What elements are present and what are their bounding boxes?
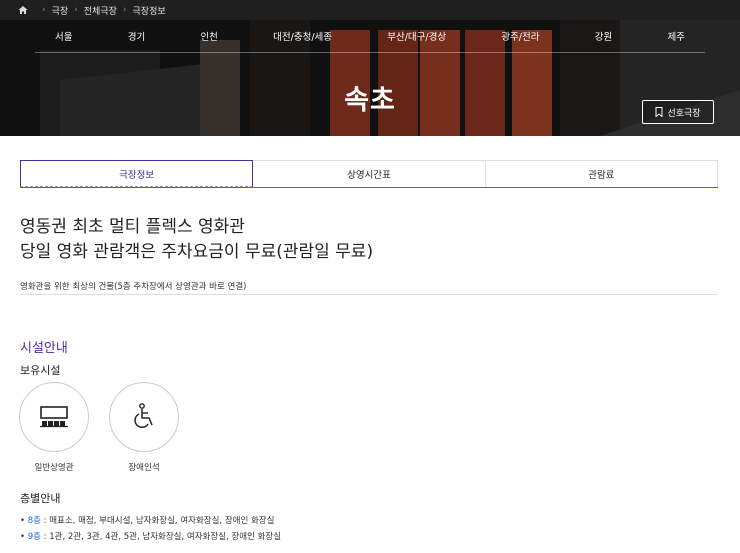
floor-text: : 매표소, 매점, 부대시설, 남자화장실, 여자화장실, 장애인 화장실 [40, 516, 275, 526]
nav-item-busan[interactable]: 부산/대구/경상 [387, 29, 446, 43]
chevron-right-icon: › [74, 5, 78, 15]
favorite-label: 선호극장 [667, 108, 701, 119]
floor-number: 9층 [27, 532, 41, 542]
nav-item-gangwon[interactable]: 강원 [595, 29, 612, 43]
tab-showtimes[interactable]: 상영시간표 [253, 160, 486, 187]
breadcrumb-item[interactable]: 극장 [52, 4, 69, 17]
facility-wheelchair: 장애인석 [108, 382, 180, 473]
nav-item-daejeon[interactable]: 대전/충청/세종 [273, 29, 332, 43]
floor-item: • 8층 : 매표소, 매점, 부대시설, 남자화장실, 여자화장실, 장애인 … [20, 516, 275, 526]
floor-number: 8층 [27, 516, 41, 526]
nav-item-gyeonggi[interactable]: 경기 [128, 29, 145, 43]
bookmark-icon [655, 107, 663, 117]
theater-tabs: 극장정보 상영시간표 관람료 [20, 160, 718, 188]
chevron-right-icon: › [122, 5, 127, 15]
screen-icon [40, 406, 68, 428]
intro-description: 영화관을 위한 최상의 건물(5층 주차장에서 상영관과 바로 연결) [20, 282, 247, 292]
facility-label: 장애인석 [128, 463, 160, 473]
chevron-right-icon: › [42, 5, 46, 15]
breadcrumb: › 극장 › 전체극장 › 극장정보 [0, 0, 740, 20]
home-icon[interactable] [18, 5, 28, 15]
favorite-theater-button[interactable]: 선호극장 [642, 100, 714, 124]
floor-text: : 1관, 2관, 3관, 4관, 5관, 남자화장실, 여자화장실, 장애인 … [40, 532, 282, 542]
breadcrumb-item[interactable]: 극장정보 [133, 4, 166, 17]
headline-line-1: 영동권 최초 멀티 플렉스 영화관 [20, 217, 245, 237]
facilities-title: 시설안내 [20, 341, 68, 356]
nav-item-seoul[interactable]: 서울 [55, 29, 72, 43]
theater-name: 속초 [344, 85, 396, 116]
divider [20, 294, 718, 295]
theater-hero: 서울 경기 인천 대전/충청/세종 부산/대구/경상 광주/전라 강원 제주 속… [0, 20, 740, 136]
facility-label: 일반상영관 [34, 463, 74, 473]
breadcrumb-item[interactable]: 전체극장 [84, 4, 117, 17]
floor-item: • 9층 : 1관, 2관, 3관, 4관, 5관, 남자화장실, 여자화장실,… [20, 532, 282, 542]
tab-prices[interactable]: 관람료 [485, 160, 718, 187]
nav-item-gwangju[interactable]: 광주/전라 [501, 29, 539, 43]
intro-headline: 영동권 최초 멀티 플렉스 영화관 당일 영화 관람객은 주차요금이 무료(관람… [20, 215, 373, 265]
wheelchair-icon [134, 403, 153, 429]
facility-general-screen: 일반상영관 [18, 382, 90, 473]
floor-guide-title: 층별안내 [20, 492, 61, 505]
owned-facilities-title: 보유시설 [20, 364, 61, 377]
nav-item-jeju[interactable]: 제주 [667, 29, 684, 43]
headline-line-2: 당일 영화 관람객은 주차요금이 무료(관람일 무료) [20, 242, 374, 262]
nav-item-incheon[interactable]: 인천 [200, 29, 217, 43]
tab-theater-info[interactable]: 극장정보 [20, 160, 254, 187]
region-nav: 서울 경기 인천 대전/충청/세종 부산/대구/경상 광주/전라 강원 제주 [35, 20, 705, 53]
